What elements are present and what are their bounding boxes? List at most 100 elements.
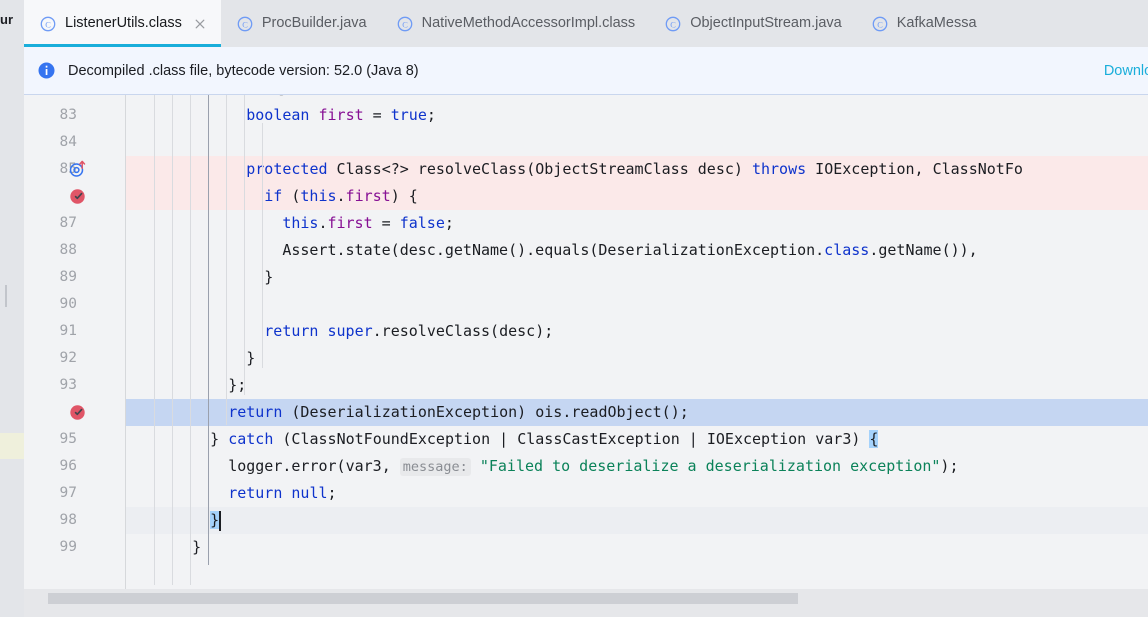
text-caret xyxy=(219,511,221,531)
code-line-text: } xyxy=(246,345,255,372)
tab-listenerutils-class[interactable]: C ListenerUtils.class xyxy=(24,0,221,47)
banner-message: Decompiled .class file, bytecode version… xyxy=(68,63,419,79)
class-file-icon: C xyxy=(872,16,888,32)
code-content[interactable]: 2 usagesboolean first = true; protected C… xyxy=(126,95,1148,617)
code-line[interactable]: return (DeserializationException) ois.re… xyxy=(126,399,1148,426)
line-number: 95 xyxy=(60,426,77,453)
line-number: 98 xyxy=(60,507,77,534)
code-line[interactable]: Assert.state(desc.getName().equals(Deser… xyxy=(126,237,1148,264)
tab-nativemethodaccessorimpl-class[interactable]: C NativeMethodAccessorImpl.class xyxy=(381,0,650,47)
stripe-divider xyxy=(5,285,7,307)
usages-hint[interactable]: 2 usages xyxy=(246,95,299,102)
tab-label: NativeMethodAccessorImpl.class xyxy=(422,16,636,31)
code-line[interactable]: logger.error(var3, message: "Failed to d… xyxy=(126,453,1148,480)
indent-guide xyxy=(226,95,227,425)
code-line-text: this.first = false; xyxy=(282,210,454,237)
class-file-icon: C xyxy=(397,16,413,32)
code-line-text: return (DeserializationException) ois.re… xyxy=(228,399,689,426)
tool-window-stripe-top: ur xyxy=(0,0,24,47)
horizontal-scrollbar-thumb[interactable] xyxy=(48,593,798,604)
line-number: 92 xyxy=(60,345,77,372)
tool-window-stripe-editor[interactable] xyxy=(0,95,24,617)
breakpoint-verified-icon[interactable] xyxy=(68,402,88,422)
code-line[interactable]: } xyxy=(126,264,1148,291)
svg-text:C: C xyxy=(877,20,883,29)
indent-guide xyxy=(262,123,263,368)
code-line[interactable]: return super.resolveClass(desc); xyxy=(126,318,1148,345)
parameter-hint: message: xyxy=(400,458,471,476)
close-icon[interactable] xyxy=(193,17,207,31)
line-number: 96 xyxy=(60,453,77,480)
code-line-text: logger.error(var3, message: "Failed to d… xyxy=(228,453,958,481)
line-number: 90 xyxy=(60,291,77,318)
tool-window-stripe-banner xyxy=(0,47,24,95)
code-line-text: protected Class<?> resolveClass(ObjectSt… xyxy=(246,156,1023,183)
code-line[interactable]: } xyxy=(126,507,1148,534)
code-line[interactable]: protected Class<?> resolveClass(ObjectSt… xyxy=(126,156,1148,183)
code-line[interactable]: this.first = false; xyxy=(126,210,1148,237)
download-sources-link[interactable]: Download S xyxy=(1104,63,1148,79)
code-line-text: return null; xyxy=(228,480,336,507)
svg-text:C: C xyxy=(670,20,676,29)
code-line[interactable]: }; xyxy=(126,372,1148,399)
code-line[interactable]: } xyxy=(126,345,1148,372)
indent-guide xyxy=(244,95,245,395)
code-line-text: } catch (ClassNotFoundException | ClassC… xyxy=(210,426,878,453)
tab-procbuilder-java[interactable]: C ProcBuilder.java xyxy=(221,0,381,47)
line-number: 91 xyxy=(60,318,77,345)
code-line-text: return super.resolveClass(desc); xyxy=(264,318,553,345)
indent-guide xyxy=(190,95,191,585)
code-line[interactable] xyxy=(126,129,1148,156)
line-number: 89 xyxy=(60,264,77,291)
tab-list: C ListenerUtils.class C ProcBuilder.java C Na… xyxy=(24,0,991,47)
code-line-text: if (this.first) { xyxy=(264,183,418,210)
matched-brace: } xyxy=(210,511,219,529)
code-editor[interactable]: 8384858687888990919293949596979899 2 usa… xyxy=(24,95,1148,617)
code-line-text: } xyxy=(192,534,201,561)
code-line[interactable]: } catch (ClassNotFoundException | ClassC… xyxy=(126,426,1148,453)
tab-label: ListenerUtils.class xyxy=(65,16,182,31)
code-line[interactable]: return null; xyxy=(126,480,1148,507)
svg-text:C: C xyxy=(402,20,408,29)
stripe-highlight-marker xyxy=(0,433,24,459)
tab-label: KafkaMessa xyxy=(897,16,977,31)
code-line[interactable]: boolean first = true; xyxy=(126,102,1148,129)
tab-label: ObjectInputStream.java xyxy=(690,16,842,31)
tool-window-stripe-label: ur xyxy=(0,12,13,27)
code-line-text: boolean first = true; xyxy=(246,102,436,129)
line-number: 87 xyxy=(60,210,77,237)
line-number: 97 xyxy=(60,480,77,507)
info-icon xyxy=(38,62,55,79)
svg-text:C: C xyxy=(45,20,51,29)
code-line-text: Assert.state(desc.getName().equals(Deser… xyxy=(282,237,977,264)
class-file-icon: C xyxy=(40,16,56,32)
gutter-border xyxy=(125,95,126,617)
line-number: 99 xyxy=(60,534,77,561)
decompiled-notification-banner: Decompiled .class file, bytecode version… xyxy=(24,47,1148,95)
code-line[interactable]: if (this.first) { xyxy=(126,183,1148,210)
code-line[interactable] xyxy=(126,291,1148,318)
code-line[interactable]: } xyxy=(126,534,1148,561)
svg-text:C: C xyxy=(242,20,248,29)
overriding-method-icon[interactable] xyxy=(68,159,88,179)
usages-hint-row[interactable]: 2 usages xyxy=(126,95,1148,102)
line-number: 83 xyxy=(60,102,77,129)
breakpoint-verified-icon[interactable] xyxy=(68,186,88,206)
code-line-text: } xyxy=(264,264,273,291)
decompiler-banner-row: Decompiled .class file, bytecode version… xyxy=(0,47,1148,95)
editor-area-row: 8384858687888990919293949596979899 2 usa… xyxy=(0,95,1148,617)
line-number: 88 xyxy=(60,237,77,264)
tab-objectinputstream-java[interactable]: C ObjectInputStream.java xyxy=(649,0,856,47)
tab-kafkamessa[interactable]: C KafkaMessa xyxy=(856,0,991,47)
line-number: 84 xyxy=(60,129,77,156)
indent-guide xyxy=(208,95,209,565)
editor-gutter[interactable]: 8384858687888990919293949596979899 xyxy=(24,95,125,617)
code-line-text: } xyxy=(210,507,219,534)
tab-label: ProcBuilder.java xyxy=(262,16,367,31)
line-number: 93 xyxy=(60,372,77,399)
matched-brace: { xyxy=(869,430,878,448)
indent-guide xyxy=(154,95,155,585)
indent-guide xyxy=(172,95,173,585)
class-file-icon: C xyxy=(237,16,253,32)
class-file-icon: C xyxy=(665,16,681,32)
